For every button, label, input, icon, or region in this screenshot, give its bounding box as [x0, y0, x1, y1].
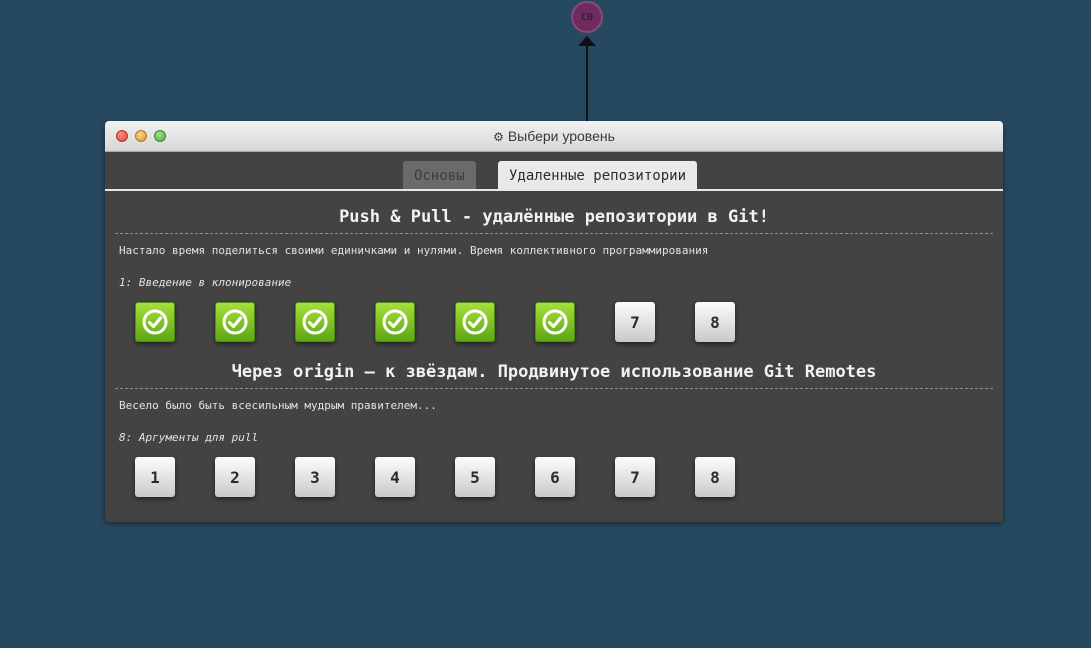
section-title: Через origin – к звёздам. Продвинутое ис…: [115, 362, 993, 389]
checkmark-icon: [382, 309, 408, 335]
level-number: 6: [550, 467, 560, 487]
commit-arrow-line: [586, 44, 588, 122]
section-description: Настало время поделиться своими единичка…: [119, 244, 709, 257]
commit-label: C0: [580, 11, 594, 23]
level-number: 8: [710, 312, 720, 332]
level-number: 8: [710, 467, 720, 487]
section-description: Весело было быть всесильным мудрым прави…: [119, 399, 437, 412]
checkmark-icon: [542, 309, 568, 335]
level-button-1[interactable]: [135, 302, 175, 342]
tab-bar: Основы Удаленные репозитории: [105, 152, 1003, 191]
level-button-3[interactable]: [295, 302, 335, 342]
level-button-4[interactable]: [375, 302, 415, 342]
window-titlebar: ⚙ Выбери уровень: [105, 121, 1003, 152]
level-number: 1: [150, 467, 160, 487]
section-title: Push & Pull - удалённые репозитории в Gi…: [115, 207, 993, 234]
level-button-3[interactable]: 3: [295, 457, 335, 497]
level-button-7[interactable]: 7: [615, 302, 655, 342]
window-title: ⚙ Выбери уровень: [105, 128, 1003, 144]
checkmark-icon: [142, 309, 168, 335]
level-button-5[interactable]: [455, 302, 495, 342]
commit-node-c0[interactable]: C0: [571, 1, 603, 33]
level-button-6[interactable]: [535, 302, 575, 342]
level-button-8[interactable]: 8: [695, 457, 735, 497]
tab-basics[interactable]: Основы: [403, 161, 476, 189]
level-button-5[interactable]: 5: [455, 457, 495, 497]
level-number: 4: [390, 467, 400, 487]
level-select-window: ⚙ Выбери уровень Основы Удаленные репозит…: [105, 121, 1003, 522]
level-number: 2: [230, 467, 240, 487]
level-button-2[interactable]: [215, 302, 255, 342]
level-button-7[interactable]: 7: [615, 457, 655, 497]
selected-level-name: 8: Аргументы для pull: [119, 431, 259, 444]
level-button-4[interactable]: 4: [375, 457, 415, 497]
checkmark-icon: [462, 309, 488, 335]
tab-remote-repositories[interactable]: Удаленные репозитории: [498, 161, 698, 189]
level-number: 3: [310, 467, 320, 487]
window-title-text: Выбери уровень: [507, 128, 615, 144]
level-number: 7: [630, 467, 640, 487]
level-buttons-row: 78: [105, 302, 1003, 346]
commit-arrow-head: [578, 36, 596, 46]
gear-icon: ⚙: [493, 130, 504, 144]
level-button-8[interactable]: 8: [695, 302, 735, 342]
checkmark-icon: [222, 309, 248, 335]
level-buttons-row: 1 2 3 4 5 6 7 8: [105, 457, 1003, 501]
level-number: 7: [630, 312, 640, 332]
level-button-2[interactable]: 2: [215, 457, 255, 497]
level-section: Push & Pull - удалённые репозитории в Gi…: [105, 207, 1003, 346]
selected-level-name: 1: Введение в клонирование: [119, 276, 292, 289]
checkmark-icon: [302, 309, 328, 335]
level-button-6[interactable]: 6: [535, 457, 575, 497]
level-button-1[interactable]: 1: [135, 457, 175, 497]
level-number: 5: [470, 467, 480, 487]
level-section: Через origin – к звёздам. Продвинутое ис…: [105, 362, 1003, 501]
